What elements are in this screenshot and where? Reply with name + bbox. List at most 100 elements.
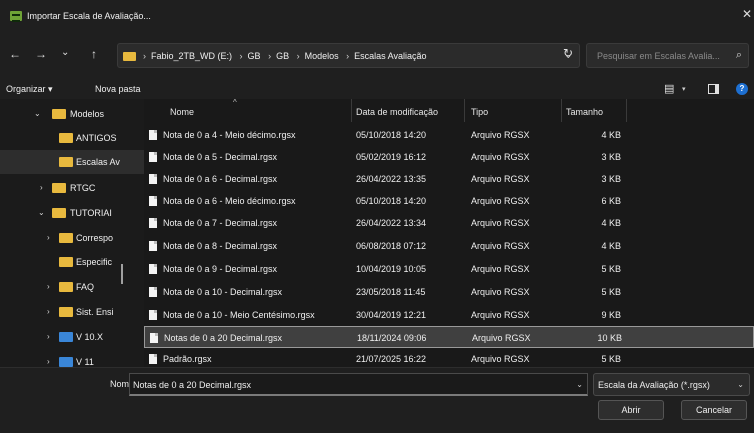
- view-dropdown-icon[interactable]: ▾: [682, 85, 686, 93]
- file-row[interactable]: Nota de 0 a 5 - Decimal.rgsx 05/02/2019 …: [144, 146, 754, 168]
- sidebar-item-correspondencias[interactable]: › Correspo: [0, 226, 144, 250]
- file-type: Arquivo RGSX: [471, 354, 530, 364]
- chevron-right-icon[interactable]: ›: [47, 332, 50, 341]
- folder-icon: [123, 52, 136, 61]
- forward-arrow-icon[interactable]: →: [35, 47, 47, 61]
- column-divider[interactable]: [626, 99, 627, 122]
- file-name: Notas de 0 a 20 Decimal.rgsx: [164, 333, 283, 343]
- new-folder-button[interactable]: Nova pasta: [95, 84, 141, 94]
- file-icon: [149, 152, 157, 162]
- sidebar-item-v10x[interactable]: › V 10.X: [0, 325, 144, 349]
- file-size: 10 KB: [597, 333, 622, 343]
- column-header-type[interactable]: Tipo: [471, 107, 488, 117]
- navigation-bar: ← → ⌄ ↑ › Fabio_2TB_WD (E:) › GB › GB › Mode…: [0, 30, 754, 80]
- breadcrumb: › Fabio_2TB_WD (E:) › GB › GB › Modelos › Esc…: [141, 51, 430, 61]
- file-row[interactable]: Nota de 0 a 8 - Decimal.rgsx 06/08/2018 …: [144, 235, 754, 257]
- file-row[interactable]: Nota de 0 a 9 - Decimal.rgsx 10/04/2019 …: [144, 258, 754, 280]
- chevron-right-icon[interactable]: ›: [47, 357, 50, 366]
- address-bar[interactable]: › Fabio_2TB_WD (E:) › GB › GB › Modelos › Esc…: [117, 43, 580, 68]
- breadcrumb-item[interactable]: Escalas Avaliação: [354, 51, 426, 61]
- column-header-modified[interactable]: Data de modificação: [356, 107, 438, 117]
- breadcrumb-item[interactable]: GB: [248, 51, 261, 61]
- sidebar-item-tutoriais[interactable]: ⌄ TUTORIAI: [0, 201, 144, 225]
- file-row[interactable]: Padrão.rgsx 21/07/2025 16:22 Arquivo RGS…: [144, 348, 754, 367]
- sidebar-item-v11[interactable]: › V 11: [0, 350, 144, 367]
- help-icon[interactable]: ?: [736, 83, 748, 95]
- file-icon: [149, 264, 157, 274]
- breadcrumb-item[interactable]: Modelos: [305, 51, 339, 61]
- chevron-right-icon[interactable]: ›: [40, 183, 43, 192]
- app-icon: [10, 11, 22, 22]
- chevron-down-icon[interactable]: ⌄: [38, 208, 45, 217]
- up-arrow-icon[interactable]: ↑: [91, 47, 97, 61]
- sidebar-item-label: ANTIGOS: [76, 133, 117, 143]
- file-modified: 30/04/2019 12:21: [356, 310, 427, 320]
- breadcrumb-item[interactable]: Fabio_2TB_WD (E:): [151, 51, 232, 61]
- file-row[interactable]: Nota de 0 a 6 - Meio décimo.rgsx 05/10/2…: [144, 190, 754, 212]
- file-type: Arquivo RGSX: [471, 196, 530, 206]
- sidebar-item-escalas-avaliacao[interactable]: Escalas Av: [0, 150, 144, 174]
- chevron-right-icon[interactable]: ›: [47, 233, 50, 242]
- chevron-down-icon[interactable]: ⌄: [737, 380, 744, 389]
- file-icon: [149, 287, 157, 297]
- file-type-filter-value: Escala da Avaliação (*.rgsx): [598, 380, 710, 390]
- file-icon: [149, 174, 157, 184]
- file-icon: [149, 218, 157, 228]
- sidebar-item-label: Escalas Av: [76, 157, 120, 167]
- file-name: Nota de 0 a 5 - Decimal.rgsx: [163, 152, 278, 162]
- file-row[interactable]: Nota de 0 a 6 - Decimal.rgsx 26/04/2022 …: [144, 168, 754, 190]
- refresh-icon[interactable]: ↻: [563, 46, 573, 60]
- file-row[interactable]: Nota de 0 a 7 - Decimal.rgsx 26/04/2022 …: [144, 212, 754, 234]
- sidebar-item-label: Sist. Ensi: [76, 307, 114, 317]
- breadcrumb-separator: ›: [268, 51, 272, 61]
- dialog-footer: Nome: Notas de 0 a 20 Decimal.rgsx ⌄ Esc…: [0, 367, 754, 433]
- breadcrumb-item[interactable]: GB: [276, 51, 289, 61]
- file-size: 3 KB: [601, 174, 621, 184]
- sidebar-item-modelos[interactable]: ⌄ Modelos: [0, 102, 144, 126]
- preview-pane-icon[interactable]: [708, 84, 719, 94]
- column-header-name[interactable]: Nome: [170, 107, 194, 117]
- column-divider[interactable]: [351, 99, 352, 122]
- breadcrumb-separator: ›: [239, 51, 243, 61]
- chevron-down-icon[interactable]: ⌄: [576, 380, 583, 389]
- file-name: Padrão.rgsx: [163, 354, 212, 364]
- folder-icon: [52, 208, 66, 218]
- chevron-right-icon[interactable]: ›: [47, 282, 50, 291]
- search-icon[interactable]: ⌕: [736, 49, 742, 62]
- file-row[interactable]: Nota de 0 a 10 - Decimal.rgsx 23/05/2018…: [144, 281, 754, 303]
- cancel-button[interactable]: Cancelar: [681, 400, 747, 420]
- sidebar-item-antigos[interactable]: ANTIGOS: [0, 126, 144, 150]
- file-name: Nota de 0 a 6 - Meio décimo.rgsx: [163, 196, 296, 206]
- organize-button[interactable]: Organizar ▾: [6, 84, 53, 95]
- file-name-value: Notas de 0 a 20 Decimal.rgsx: [133, 380, 252, 390]
- recent-locations-chevron-icon[interactable]: ⌄: [61, 46, 69, 60]
- file-size: 5 KB: [601, 354, 621, 364]
- command-toolbar: Organizar ▾ Nova pasta ▤ ▾ ?: [0, 80, 754, 99]
- column-divider[interactable]: [464, 99, 465, 122]
- navigation-pane: ⌄ Modelos ANTIGOS Escalas Av › RTGC ⌄ TU…: [0, 99, 144, 367]
- sidebar-scrollbar[interactable]: [121, 264, 123, 284]
- file-name: Nota de 0 a 8 - Decimal.rgsx: [163, 241, 278, 251]
- file-type-filter-select[interactable]: Escala da Avaliação (*.rgsx) ⌄: [593, 373, 750, 396]
- close-icon[interactable]: ✕: [742, 8, 754, 20]
- file-name: Nota de 0 a 7 - Decimal.rgsx: [163, 218, 278, 228]
- sidebar-item-label: Correspo: [76, 233, 114, 243]
- file-modified: 05/10/2018 14:20: [356, 196, 427, 206]
- chevron-right-icon[interactable]: ›: [47, 307, 50, 316]
- chevron-down-icon[interactable]: ⌄: [34, 109, 41, 118]
- open-button[interactable]: Abrir: [598, 400, 664, 420]
- file-icon: [150, 333, 158, 343]
- search-input[interactable]: Pesquisar em Escalas Avalia... ⌕: [586, 43, 749, 68]
- file-row[interactable]: Nota de 0 a 4 - Meio décimo.rgsx 05/10/2…: [144, 124, 754, 146]
- column-header-size[interactable]: Tamanho: [566, 107, 603, 117]
- file-name: Nota de 0 a 10 - Meio Centésimo.rgsx: [163, 310, 315, 320]
- file-name-input[interactable]: Notas de 0 a 20 Decimal.rgsx ⌄: [129, 373, 588, 396]
- back-arrow-icon[interactable]: ←: [9, 47, 21, 61]
- sidebar-item-sist-ensino[interactable]: › Sist. Ensi: [0, 300, 144, 324]
- file-row[interactable]: Nota de 0 a 10 - Meio Centésimo.rgsx 30/…: [144, 304, 754, 326]
- sidebar-item-rtgc[interactable]: › RTGC: [0, 176, 144, 200]
- folder-icon: [59, 257, 73, 267]
- file-row-selected[interactable]: Notas de 0 a 20 Decimal.rgsx 18/11/2024 …: [144, 326, 754, 348]
- view-mode-icon[interactable]: ▤: [664, 82, 674, 95]
- column-divider[interactable]: [561, 99, 562, 122]
